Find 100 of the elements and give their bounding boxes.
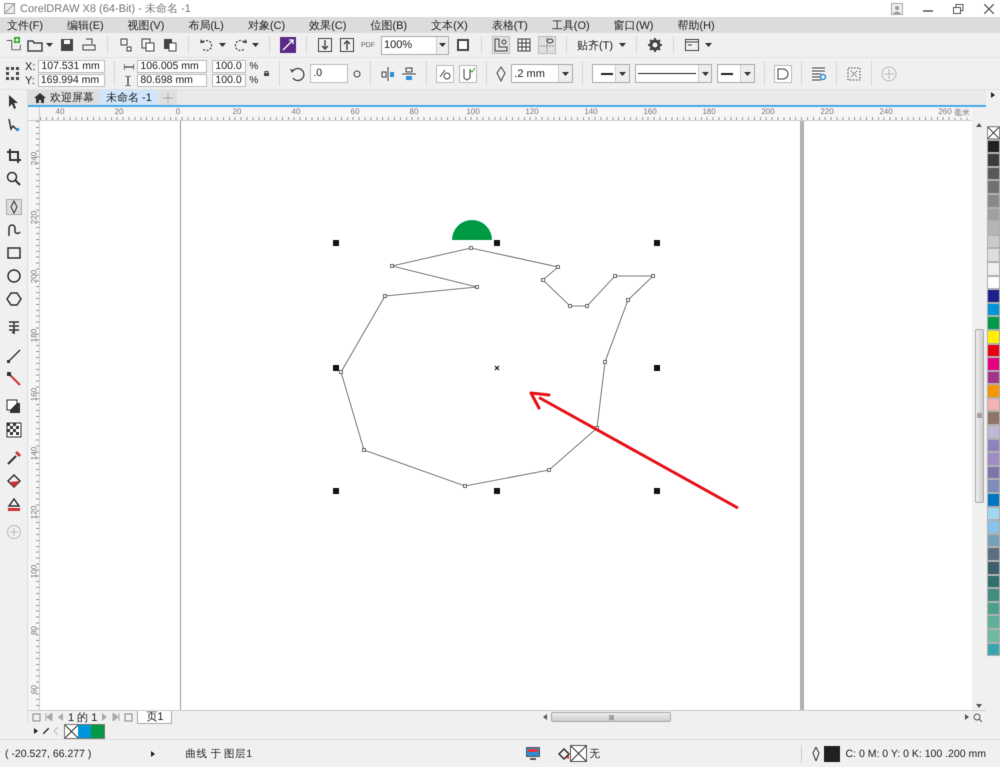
color-swatch[interactable]	[986, 411, 1000, 426]
eyedropper-tool-icon[interactable]	[6, 450, 22, 466]
x-position-field[interactable]: 107.531 mm	[38, 60, 106, 73]
selection-handle[interactable]	[654, 240, 660, 246]
lock-icon[interactable]	[263, 70, 270, 77]
crop-tool-icon[interactable]	[6, 148, 22, 164]
zoom-tool-icon[interactable]	[6, 171, 22, 187]
menu-item[interactable]: 布局(L)	[188, 18, 233, 32]
color-swatch[interactable]	[986, 194, 1000, 208]
text-wrap-icon[interactable]	[811, 66, 828, 82]
page-tab[interactable]: 页1	[137, 710, 172, 724]
color-swatch[interactable]	[986, 180, 1000, 194]
mirror-vertical-icon[interactable]	[401, 66, 418, 82]
color-swatch[interactable]	[986, 221, 1000, 235]
smart-fill-tool-icon[interactable]	[6, 496, 22, 512]
selection-handle[interactable]	[654, 365, 660, 371]
dropdown-caret-icon[interactable]	[439, 43, 446, 47]
color-swatch[interactable]	[986, 248, 1000, 262]
shape-tool-icon[interactable]	[6, 117, 22, 133]
width-field[interactable]: 106.005 mm	[137, 60, 208, 73]
color-swatch[interactable]	[986, 520, 1000, 534]
curve-tool-icon[interactable]	[6, 222, 22, 238]
new-document-icon[interactable]	[5, 37, 21, 53]
color-swatch[interactable]	[986, 276, 1000, 290]
welcome-tab[interactable]: 欢迎屏幕	[28, 90, 100, 105]
color-swatch[interactable]	[986, 561, 1000, 575]
palette-arrow-icon[interactable]	[991, 92, 995, 98]
outline-width-combo[interactable]: .2 mm	[511, 64, 574, 83]
color-swatch[interactable]	[986, 425, 1000, 439]
menu-item[interactable]: 视图(V)	[128, 18, 174, 32]
transparency-tool-icon[interactable]	[6, 422, 22, 438]
no-color-swatch[interactable]	[986, 126, 1000, 140]
rotation-center-icon[interactable]	[353, 70, 362, 78]
palette-arrow-icon[interactable]	[34, 728, 38, 734]
color-swatch[interactable]	[986, 466, 1000, 480]
dropdown-caret-icon[interactable]	[619, 72, 626, 76]
color-swatch[interactable]	[986, 140, 1000, 154]
node-edit-icon[interactable]	[459, 64, 478, 82]
color-swatch[interactable]	[986, 370, 1000, 384]
color-swatch[interactable]	[986, 234, 1000, 248]
grid-icon[interactable]	[516, 37, 532, 53]
fill-tool-icon[interactable]	[6, 473, 22, 489]
dropdown-caret-icon[interactable]	[702, 72, 709, 76]
page-last-icon[interactable]	[124, 712, 134, 722]
color-swatch[interactable]	[986, 316, 1000, 330]
settings-icon[interactable]	[647, 37, 664, 53]
color-swatch[interactable]	[986, 153, 1000, 167]
color-swatch[interactable]	[986, 438, 1000, 452]
caret-icon[interactable]	[705, 43, 712, 47]
color-swatch[interactable]	[986, 357, 1000, 371]
color-swatch[interactable]	[986, 574, 1000, 588]
y-position-field[interactable]: 169.994 mm	[38, 74, 105, 87]
color-swatch[interactable]	[986, 262, 1000, 276]
color-swatch[interactable]	[986, 642, 1000, 656]
pen-tool-icon[interactable]	[6, 199, 22, 215]
menu-item[interactable]: 文本(X)	[431, 18, 477, 32]
pen-nib-icon[interactable]	[496, 66, 506, 82]
document-tab[interactable]: 未命名 -1	[100, 90, 158, 105]
color-swatch[interactable]	[986, 588, 1000, 602]
rulers-icon[interactable]	[493, 37, 509, 53]
caret-icon[interactable]	[219, 43, 226, 47]
menu-item[interactable]: 表格(T)	[492, 18, 537, 32]
scroll-up-icon[interactable]	[976, 123, 982, 127]
copy-icon[interactable]	[140, 37, 156, 53]
pen-nib-icon[interactable]	[812, 746, 820, 760]
redo-icon[interactable]	[232, 37, 248, 53]
color-swatch[interactable]	[986, 506, 1000, 520]
no-color-swatch[interactable]	[65, 724, 78, 738]
object-origin-icon[interactable]	[5, 66, 20, 81]
color-swatch[interactable]	[986, 289, 1000, 303]
save-icon[interactable]	[59, 37, 75, 53]
start-arrowhead-combo[interactable]	[592, 64, 630, 83]
close-curve-icon[interactable]	[774, 64, 792, 82]
mirror-horizontal-icon[interactable]	[380, 66, 396, 82]
color-swatch[interactable]	[986, 302, 1000, 316]
page-first-icon[interactable]	[32, 712, 41, 722]
scale-height-field[interactable]: 100.0	[212, 74, 246, 87]
selection-handle[interactable]	[494, 240, 500, 246]
selection-handle[interactable]	[333, 240, 339, 246]
selection-handle[interactable]	[654, 488, 660, 494]
menu-item[interactable]: 文件(F)	[7, 18, 52, 32]
expand-arrow-icon[interactable]	[151, 750, 156, 756]
ellipse-tool-icon[interactable]	[6, 268, 22, 284]
color-swatch[interactable]	[986, 493, 1000, 507]
menu-item[interactable]: 帮助(H)	[677, 18, 724, 32]
menu-item[interactable]: 对象(C)	[248, 18, 294, 32]
window-icon[interactable]	[684, 37, 700, 53]
scrollbar-thumb[interactable]	[974, 328, 984, 502]
polygon-tool-icon[interactable]	[6, 291, 22, 307]
rectangle-tool-icon[interactable]	[6, 245, 22, 261]
zoom-icon[interactable]	[973, 712, 982, 722]
snap-to-button[interactable]: 贴齐(T)	[577, 38, 626, 52]
color-swatch[interactable]	[986, 452, 1000, 466]
node-search-icon[interactable]	[436, 64, 454, 82]
caret-icon[interactable]	[619, 43, 626, 47]
undo-icon[interactable]	[199, 37, 215, 53]
export-icon[interactable]	[339, 37, 355, 53]
color-swatch[interactable]	[986, 208, 1000, 222]
color-swatch[interactable]	[986, 330, 1000, 344]
color-swatch[interactable]	[986, 547, 1000, 561]
